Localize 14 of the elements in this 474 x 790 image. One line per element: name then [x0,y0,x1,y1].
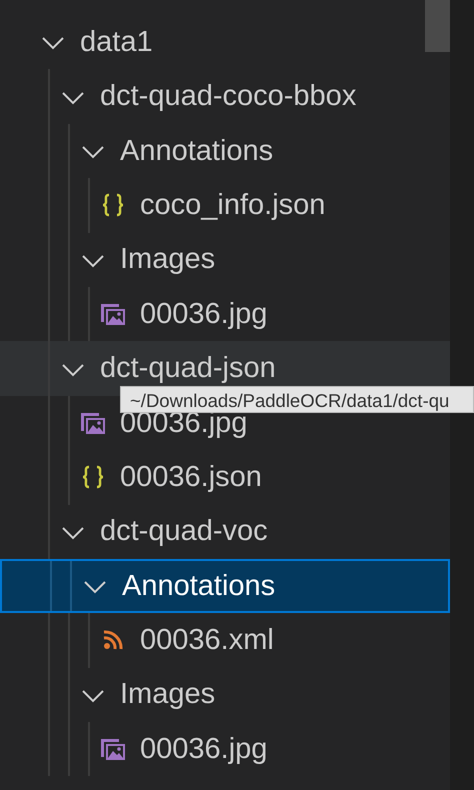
folder-name: dct-quad-json [100,351,276,386]
file-name: 00036.xml [140,623,274,658]
folder-name: dct-quad-voc [100,514,268,550]
file-name: coco_info.json [140,188,326,223]
path-tooltip: ~/Downloads/PaddleOCR/data1/dct-qu [120,386,474,414]
file-name: 00036.json [120,460,262,495]
folder-name: Images [120,677,216,712]
file-name: 00036.jpg [140,296,268,332]
folder-name: data1 [80,24,153,60]
folder-name: Annotations [122,568,276,604]
folder-name: dct-quad-coco-bbox [100,79,356,114]
folder-name: Annotations [120,134,274,168]
folder-name: Images [120,242,216,278]
file-name: 00036.jpg [140,732,268,767]
